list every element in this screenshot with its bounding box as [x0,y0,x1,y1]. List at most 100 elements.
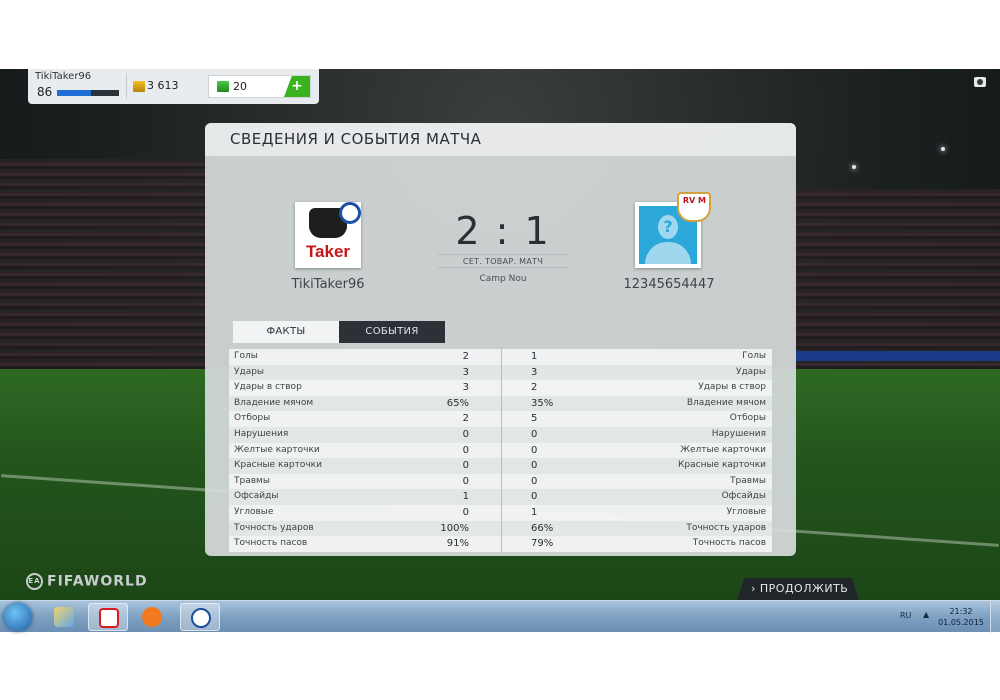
stat-value-away: 0 [531,428,538,440]
account-panel: TikiTaker96 86 3 613 20 + [28,69,319,104]
page-title: СВЕДЕНИЯ И СОБЫТИЯ МАТЧА [230,130,482,148]
floodlight [941,147,945,151]
stat-name-home: Желтые карточки [234,444,320,455]
stat-row: Владение мячом 65% 35% Владение мячом [229,395,772,412]
stat-name-away: Отборы [729,413,766,424]
taskbar-paint[interactable] [44,603,84,631]
home-badge-text: Taker [305,242,351,261]
stat-row: Голы 2 1 Голы [229,349,772,365]
coins-balance: 3 613 [147,79,179,92]
stat-divider [501,349,502,365]
stat-row: Удары в створ 3 2 Удары в створ [229,380,772,396]
stat-value-home: 0 [462,506,469,518]
clock-date: 01.05.2015 [938,618,984,627]
stat-row: Офсайды 1 0 Офсайды [229,489,772,505]
tray-expand-icon[interactable]: ▲ [923,610,929,619]
stat-name-home: Красные карточки [234,460,322,471]
home-team-name: TikiTaker96 [291,277,365,292]
divider [126,73,127,99]
stat-value-away: 5 [531,413,538,425]
stat-value-home: 1 [462,491,469,503]
start-button[interactable] [4,603,32,631]
stat-value-home: 91% [446,538,469,550]
tab-facts[interactable]: ФАКТЫ [233,321,339,343]
stat-value-away: 0 [531,491,538,503]
system-clock[interactable]: 21:32 01.05.2015 [936,606,986,628]
stat-value-home: 0 [462,428,469,440]
stat-divider [501,411,502,427]
taskbar-fifa-world[interactable] [180,603,220,631]
stat-divider [501,395,502,412]
stat-value-home: 3 [462,366,469,378]
stat-name-home: Точность ударов [234,522,314,533]
fifa-points-icon [217,81,229,92]
stat-row: Красные карточки 0 0 Красные карточки [229,458,772,474]
stat-row: Угловые 0 1 Угловые [229,504,772,521]
stat-name-away: Травмы [730,475,766,486]
stat-value-away: 35% [531,397,554,409]
origin-icon [142,607,162,627]
stat-name-home: Удары в створ [234,382,302,393]
stat-name-away: Желтые карточки [680,444,766,455]
away-team-badge: ? RV M [635,192,711,268]
stat-name-away: Красные карточки [678,460,766,471]
stat-name-home: Травмы [234,475,270,486]
stat-name-home: Удары [234,366,265,377]
rayo-crest-icon: RV M [677,192,711,222]
home-team-badge: Taker [295,202,361,268]
show-desktop-button[interactable] [990,601,1000,633]
stat-name-home: Владение мячом [234,397,314,408]
camera-icon[interactable] [974,77,986,87]
stat-value-away: 79% [531,538,554,550]
panel-header: СВЕДЕНИЯ И СОБЫТИЯ МАТЧА [205,123,796,156]
stat-row: Нарушения 0 0 Нарушения [229,426,772,443]
stat-row: Удары 3 3 Удары [229,364,772,381]
stat-name-away: Удары в створ [698,382,766,393]
fifa-world-logo: EA FIFAWORLD [26,573,148,590]
stat-value-away: 1 [531,351,538,362]
xp-bar-fill [57,90,92,96]
stat-value-home: 2 [462,413,469,425]
level: 86 [37,85,53,99]
fifa-points-box: 20 + [208,75,311,98]
xp-bar [57,90,119,96]
stat-row: Точность ударов 100% 66% Точность ударов [229,520,772,537]
avatar-body [645,242,691,264]
stat-value-home: 65% [446,397,469,409]
taskbar-origin[interactable] [132,603,172,631]
stat-value-home: 0 [462,460,469,472]
tab-events[interactable]: СОБЫТИЯ [339,321,445,343]
stat-name-away: Нарушения [711,428,766,439]
match-score: 2 : 1 [455,209,551,253]
add-points-button[interactable]: + [284,76,310,97]
language-indicator[interactable]: RU [900,611,911,620]
stat-value-home: 100% [440,522,469,534]
taskbar-yandex-browser[interactable] [88,603,128,631]
stat-row: Желтые карточки 0 0 Желтые карточки [229,442,772,459]
match-details-panel: СВЕДЕНИЯ И СОБЫТИЯ МАТЧА Taker TikiTaker… [205,123,796,556]
stat-name-home: Точность пасов [234,538,308,549]
stat-row: Точность пасов 91% 79% Точность пасов [229,536,772,552]
stat-value-home: 0 [462,475,469,487]
stat-row: Отборы 2 5 Отборы [229,411,772,427]
stat-name-away: Офсайды [721,491,766,502]
stat-name-away: Удары [735,366,766,377]
stat-divider [501,364,502,381]
stat-divider [501,536,502,552]
ea-logo-icon: EA [26,573,43,590]
stat-value-away: 3 [531,366,538,378]
stat-value-away: 0 [531,444,538,456]
fifa-world-text: FIFAWORLD [47,573,148,590]
coins-icon [133,81,145,92]
stat-divider [501,380,502,396]
away-team-name: 12345654447 [623,277,715,292]
stat-divider [501,473,502,490]
stat-divider [501,426,502,443]
stat-value-home: 2 [462,351,469,362]
continue-button[interactable]: › ПРОДОЛЖИТЬ [737,578,859,600]
stat-name-home: Отборы [234,413,271,424]
stat-divider [501,520,502,537]
stat-divider [501,442,502,459]
clock-time: 21:32 [949,607,973,616]
stat-value-away: 66% [531,522,554,534]
